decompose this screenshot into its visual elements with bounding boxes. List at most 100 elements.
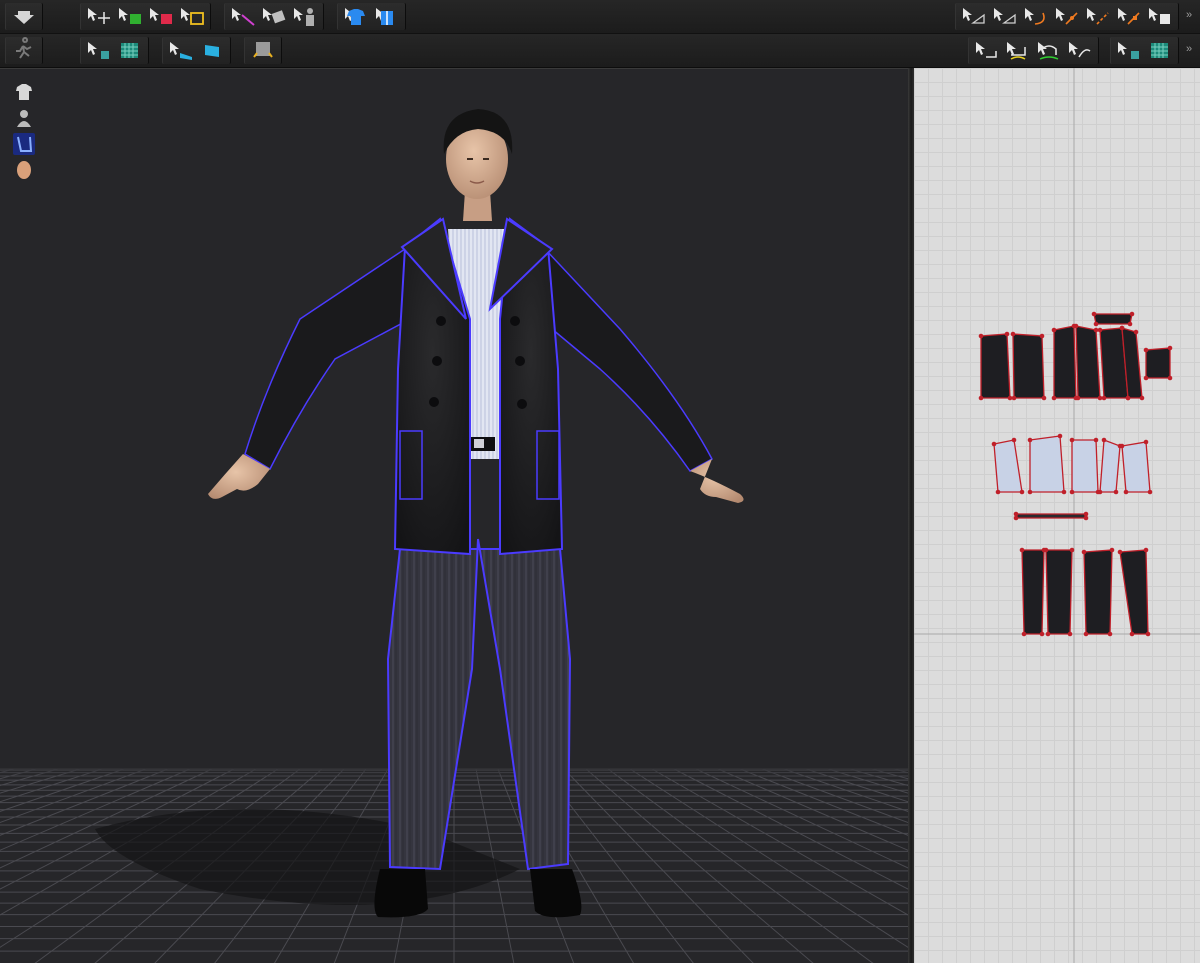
select-move-icon [88, 8, 110, 24]
split-point-icon [1087, 8, 1109, 25]
pattern-piece[interactable] [1071, 439, 1099, 493]
checker-texture-icon [121, 43, 138, 58]
segment-icon [1149, 8, 1170, 24]
tool-group [968, 37, 1099, 64]
skin-display-toggle[interactable] [13, 159, 35, 181]
add-point-icon [1056, 8, 1078, 25]
select-texture-icon [88, 42, 109, 59]
select-blue-fabric-icon [170, 42, 192, 60]
left-shoe [374, 869, 428, 918]
select-texture-button[interactable] [1114, 37, 1144, 64]
pattern-piece[interactable] [1121, 441, 1151, 493]
tool-group [224, 3, 324, 30]
tool-group [5, 37, 43, 64]
edit-pattern-button[interactable] [177, 3, 207, 30]
pattern-pieces[interactable] [978, 311, 1173, 637]
pattern-piece[interactable] [1029, 435, 1065, 493]
avatar-pose-icon [294, 8, 314, 26]
pattern-outline-icon [17, 136, 33, 152]
select-mesh-button[interactable] [228, 3, 258, 30]
edit-pattern-icon [181, 8, 204, 25]
2d-pattern-window[interactable] [914, 68, 1200, 963]
toolbar-overflow-button[interactable]: » [1186, 43, 1192, 55]
curvature-icon [1118, 8, 1140, 25]
blue-fabric-button[interactable] [197, 37, 227, 64]
avatar-display-toggle[interactable] [13, 107, 35, 129]
avatar-pose-button[interactable] [290, 3, 320, 30]
fold-garment-icon [376, 8, 393, 25]
pattern-piece[interactable] [1012, 333, 1045, 399]
curve-button[interactable] [1021, 3, 1051, 30]
select-mesh-icon [232, 8, 255, 26]
garment-display-icon [16, 84, 32, 100]
arrangement-icon [253, 42, 273, 58]
segment-seam-button[interactable] [1003, 37, 1033, 64]
tool-group [5, 3, 43, 30]
curvature-button[interactable] [1114, 3, 1144, 30]
edit-curve-point-button[interactable] [990, 3, 1020, 30]
pattern-piece[interactable] [1099, 439, 1121, 493]
simulate-run-icon [16, 37, 32, 59]
remove-garment-red-icon [150, 8, 172, 24]
edit-curve-point-icon [994, 8, 1016, 24]
belt-buckle [474, 439, 484, 448]
arrangement-button[interactable] [248, 37, 278, 64]
add-garment-green-icon [119, 8, 141, 24]
avatar-display-icon [17, 110, 31, 127]
curve-icon [1025, 8, 1045, 25]
download-arrow-button[interactable] [9, 3, 39, 30]
right-shoe [530, 869, 582, 918]
pattern-piece[interactable] [993, 439, 1023, 493]
pattern-piece[interactable] [1053, 325, 1077, 399]
tool-group [80, 3, 211, 30]
select-blue-fabric-button[interactable] [166, 37, 196, 64]
pattern-outline-toggle[interactable] [13, 133, 35, 155]
free-seam-icon [1038, 42, 1059, 60]
pattern-piece[interactable] [1015, 513, 1087, 519]
add-point-button[interactable] [1052, 3, 1082, 30]
select-texture-icon [1118, 42, 1139, 59]
add-garment-green-button[interactable] [115, 3, 145, 30]
tool-group [162, 37, 231, 64]
tool-group [1110, 37, 1179, 64]
3d-viewport[interactable] [0, 68, 908, 963]
checker-texture-button[interactable] [115, 37, 145, 64]
simulate-run-button[interactable] [9, 37, 39, 64]
fold-garment-button[interactable] [372, 3, 402, 30]
garment-editor-app: » » [0, 0, 1200, 963]
pattern-piece[interactable] [1021, 549, 1045, 635]
pin-tool-button[interactable] [259, 3, 289, 30]
seam-tool-button[interactable] [972, 37, 1002, 64]
pattern-canvas[interactable] [914, 68, 1200, 963]
free-seam-button[interactable] [1034, 37, 1064, 64]
tool-group [337, 3, 406, 30]
tack-icon [1069, 42, 1091, 58]
pattern-piece[interactable] [980, 333, 1011, 399]
pattern-piece[interactable] [1075, 325, 1101, 399]
pattern-piece[interactable] [1045, 549, 1073, 635]
shirt-blue-icon [345, 8, 365, 25]
skin-display-icon [17, 161, 31, 179]
segment-button[interactable] [1145, 3, 1175, 30]
pattern-piece[interactable] [1119, 549, 1149, 635]
main-toolbar: » [0, 0, 1200, 34]
select-move-button[interactable] [84, 3, 114, 30]
blue-fabric-icon [205, 45, 219, 57]
select-texture-button[interactable] [84, 37, 114, 64]
checker-texture-icon [1151, 43, 1168, 58]
edit-point-button[interactable] [959, 3, 989, 30]
split-point-button[interactable] [1083, 3, 1113, 30]
shirt-blue-button[interactable] [341, 3, 371, 30]
pattern-piece[interactable] [1093, 313, 1133, 325]
tool-group [955, 3, 1179, 30]
checker-texture-button[interactable] [1145, 37, 1175, 64]
pattern-piece[interactable] [1083, 549, 1113, 635]
tack-button[interactable] [1065, 37, 1095, 64]
garment-display-toggle[interactable] [13, 81, 35, 103]
remove-garment-red-button[interactable] [146, 3, 176, 30]
3d-scene[interactable] [0, 69, 908, 963]
segment-seam-icon [1007, 42, 1026, 60]
seam-tool-icon [976, 42, 997, 58]
toolbar-overflow-button[interactable]: » [1186, 9, 1192, 21]
pattern-piece[interactable] [1145, 347, 1171, 379]
